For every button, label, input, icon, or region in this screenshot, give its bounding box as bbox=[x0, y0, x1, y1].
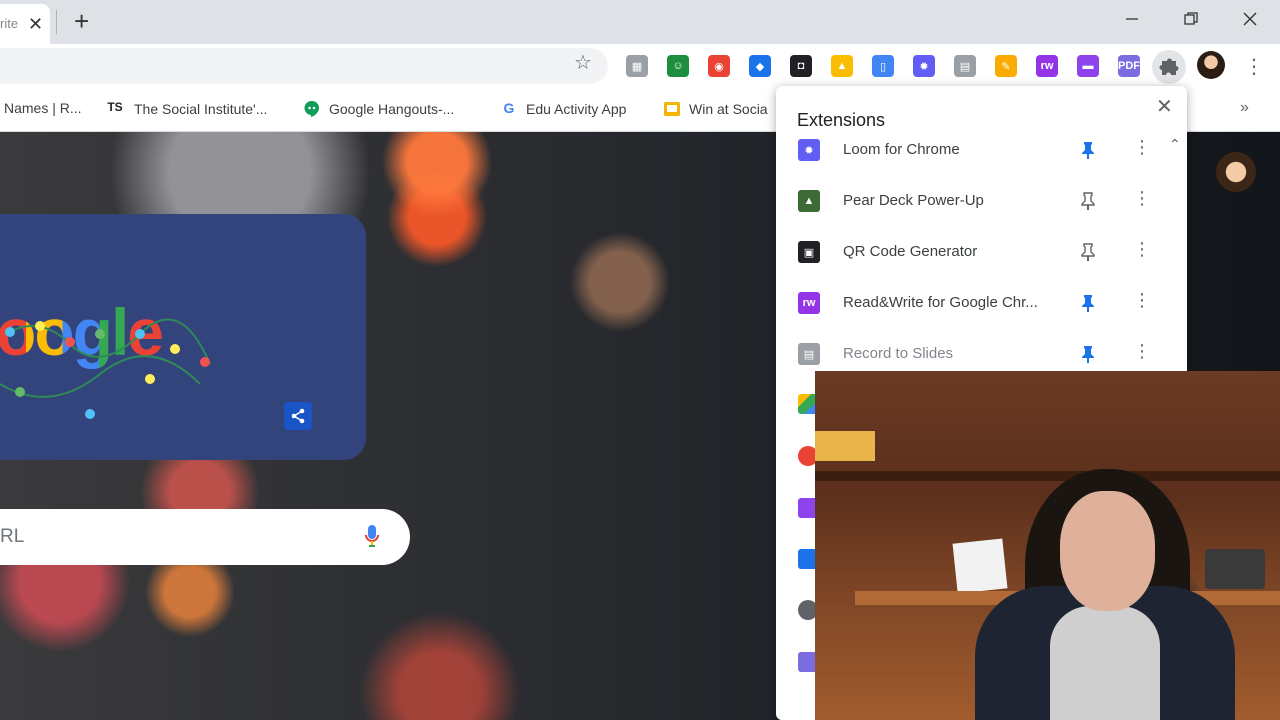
bookmark-edu-activity-app[interactable]: G Edu Activity App bbox=[500, 100, 627, 118]
read-write-icon[interactable]: rw bbox=[1036, 55, 1058, 77]
extension-icon: rw bbox=[798, 292, 820, 314]
extension-row[interactable]: ▣ QR Code Generator ⋮ bbox=[776, 231, 1166, 282]
puzzle-icon bbox=[1159, 58, 1179, 75]
pinned-icon[interactable] bbox=[1081, 345, 1095, 363]
pdf-icon[interactable]: PDF bbox=[1118, 55, 1140, 77]
browser-toolbar: ☆ ▦ ☺ ◉ ◆ ◘ ▲ ▯ ✹ ▤ ✎ rw ▬ PDF ⋮ bbox=[0, 44, 1280, 88]
extension-row[interactable]: ▲ Pear Deck Power-Up ⋮ bbox=[776, 180, 1166, 231]
extensions-button[interactable] bbox=[1152, 50, 1186, 84]
minimize-button[interactable] bbox=[1112, 6, 1152, 32]
bookmark-names[interactable]: Names | R... bbox=[4, 100, 82, 116]
wall-sign bbox=[815, 431, 875, 461]
extension-name: QR Code Generator bbox=[843, 243, 978, 260]
extension-name: Record to Slides bbox=[843, 345, 954, 362]
active-tab[interactable]: rite ✕ bbox=[0, 4, 50, 44]
extension-menu-icon[interactable]: ⋮ bbox=[1133, 341, 1151, 362]
extension-icon: ✹ bbox=[798, 139, 820, 161]
share-doodle-button[interactable] bbox=[284, 402, 312, 430]
extension-menu-icon[interactable]: ⋮ bbox=[1133, 188, 1151, 209]
search-input[interactable]: RL bbox=[0, 526, 24, 548]
minimize-icon bbox=[1126, 18, 1138, 20]
hangouts-icon bbox=[303, 100, 321, 118]
record-to-slides-icon[interactable]: ▤ bbox=[954, 55, 976, 77]
window-close-button[interactable] bbox=[1230, 6, 1270, 32]
new-tab-button[interactable]: + bbox=[74, 6, 89, 37]
google-doodle-card[interactable]: oogle bbox=[0, 214, 366, 460]
loom-icon[interactable]: ✹ bbox=[913, 55, 935, 77]
profile-avatar[interactable] bbox=[1197, 51, 1225, 79]
webcam-overlay bbox=[815, 371, 1280, 720]
extension-row[interactable]: rw Read&Write for Google Chr... ⋮ bbox=[776, 282, 1166, 333]
diigo-icon[interactable]: ◆ bbox=[749, 55, 771, 77]
extensions-heading: Extensions bbox=[797, 110, 886, 130]
bookmark-label: Edu Activity App bbox=[526, 101, 627, 117]
tab-strip: rite ✕ + bbox=[0, 0, 1280, 44]
extension-icon: ▤ bbox=[798, 343, 820, 365]
bookmark-google-hangouts[interactable]: Google Hangouts-... bbox=[303, 100, 454, 118]
extension-icon: ▣ bbox=[798, 241, 820, 263]
office-shelf bbox=[815, 471, 1280, 481]
presenter-shirt bbox=[1050, 606, 1160, 720]
pinned-icon[interactable] bbox=[1081, 141, 1095, 159]
extension-menu-icon[interactable]: ⋮ bbox=[1133, 137, 1151, 158]
extension-name: Loom for Chrome bbox=[843, 141, 960, 158]
social-institute-icon: TS bbox=[107, 100, 123, 114]
google-g-icon: G bbox=[503, 100, 515, 116]
google-keep-icon[interactable]: ✎ bbox=[995, 55, 1017, 77]
bookmark-label: Win at Socia bbox=[689, 101, 768, 117]
close-tab-icon[interactable]: ✕ bbox=[28, 14, 43, 35]
microphone-icon[interactable] bbox=[364, 523, 380, 549]
slides-icon bbox=[663, 100, 681, 118]
google-docs-icon[interactable]: ▯ bbox=[872, 55, 894, 77]
pinned-icon[interactable] bbox=[1081, 294, 1095, 312]
doodle-lights bbox=[0, 318, 211, 419]
google-classroom-icon[interactable]: ☺ bbox=[667, 55, 689, 77]
unpinned-icon[interactable] bbox=[1081, 192, 1095, 210]
save-to-drive-icon[interactable]: ▦ bbox=[626, 55, 648, 77]
extension-name: Pear Deck Power-Up bbox=[843, 192, 984, 209]
restore-icon bbox=[1184, 12, 1198, 25]
desk-phone bbox=[1205, 549, 1265, 589]
bitmoji-avatar[interactable] bbox=[1216, 152, 1256, 192]
google-drive-icon[interactable]: ▲ bbox=[831, 55, 853, 77]
extension-menu-icon[interactable]: ⋮ bbox=[1133, 239, 1151, 260]
close-icon bbox=[1243, 12, 1257, 26]
bookmark-win-at-social[interactable]: Win at Socia bbox=[663, 100, 768, 118]
more-bookmarks-icon[interactable]: » bbox=[1240, 99, 1249, 117]
restore-button[interactable] bbox=[1171, 6, 1211, 32]
address-bar[interactable] bbox=[0, 48, 608, 84]
presenter-face bbox=[1060, 491, 1155, 611]
bookmark-label: Google Hangouts-... bbox=[329, 101, 455, 117]
extension-name: Read&Write for Google Chr... bbox=[843, 294, 1038, 311]
bookmark-social-institute[interactable]: TS The Social Institute'... bbox=[104, 100, 267, 118]
unpinned-icon[interactable] bbox=[1081, 243, 1095, 261]
tab-title: rite bbox=[0, 16, 19, 31]
extension-icon: ▲ bbox=[798, 190, 820, 212]
share-icon bbox=[291, 408, 305, 424]
chrome-menu-icon[interactable]: ⋮ bbox=[1244, 54, 1264, 79]
screencast-icon[interactable]: ◘ bbox=[790, 55, 812, 77]
close-popup-icon[interactable]: ✕ bbox=[1156, 94, 1173, 119]
bookmark-label: The Social Institute'... bbox=[134, 101, 268, 117]
bookmark-label: Names | R... bbox=[4, 100, 82, 116]
search-box[interactable]: RL bbox=[0, 509, 410, 565]
desk-paper bbox=[952, 538, 1008, 594]
extension-menu-icon[interactable]: ⋮ bbox=[1133, 290, 1151, 311]
extension-row[interactable]: ✹ Loom for Chrome ⋮ bbox=[776, 129, 1166, 180]
bookmark-star-icon[interactable]: ☆ bbox=[574, 50, 592, 75]
speech-bubble-icon[interactable]: ▬ bbox=[1077, 55, 1099, 77]
tab-separator bbox=[56, 10, 57, 34]
color-picker-icon[interactable]: ◉ bbox=[708, 55, 730, 77]
scroll-up-icon[interactable]: ⌃ bbox=[1169, 136, 1181, 153]
